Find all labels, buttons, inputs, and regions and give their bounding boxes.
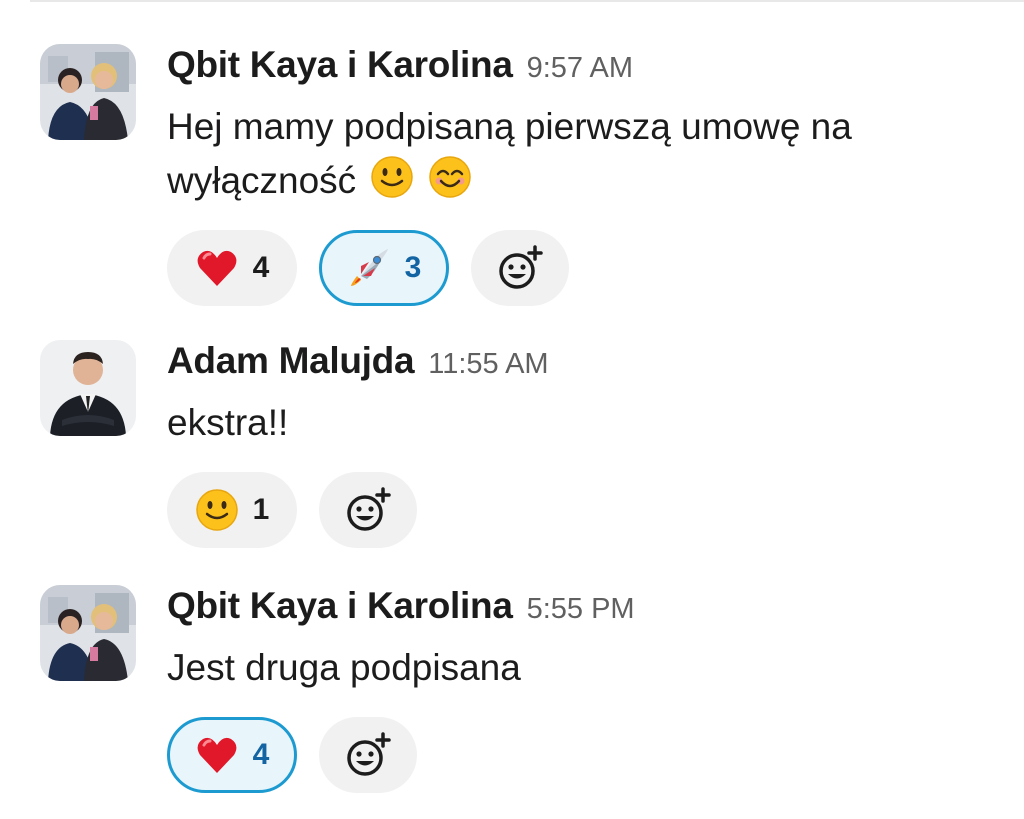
add-reaction-button[interactable] bbox=[319, 717, 417, 793]
reaction-smile[interactable]: 1 bbox=[167, 472, 297, 548]
author-name[interactable]: Qbit Kaya i Karolina bbox=[167, 44, 513, 86]
add-reaction-button[interactable] bbox=[319, 472, 417, 548]
red-heart-icon bbox=[197, 250, 237, 286]
slightly-smiling-face-icon bbox=[371, 156, 413, 198]
avatar[interactable] bbox=[40, 585, 136, 681]
author-name[interactable]: Adam Malujda bbox=[167, 340, 415, 382]
add-reaction-button[interactable] bbox=[471, 230, 569, 306]
message-text-line: wyłączność bbox=[167, 160, 357, 201]
message-text: Hej mamy podpisaną pierwszą umowę na wył… bbox=[167, 100, 1014, 208]
reaction-heart[interactable]: 4 bbox=[167, 230, 297, 306]
reaction-count: 4 bbox=[252, 251, 270, 284]
author-name[interactable]: Qbit Kaya i Karolina bbox=[167, 585, 513, 627]
reaction-count: 3 bbox=[404, 251, 422, 284]
reaction-heart[interactable]: 4 bbox=[167, 717, 297, 793]
reactions-bar: 1 bbox=[167, 472, 417, 548]
top-divider bbox=[30, 0, 1024, 2]
reaction-rocket[interactable]: 3 bbox=[319, 230, 449, 306]
timestamp[interactable]: 5:55 PM bbox=[527, 593, 635, 626]
reactions-bar: 4 bbox=[167, 717, 417, 793]
red-heart-icon bbox=[197, 737, 237, 773]
reaction-count: 1 bbox=[252, 493, 270, 526]
avatar[interactable] bbox=[40, 340, 136, 436]
timestamp[interactable]: 9:57 AM bbox=[527, 52, 633, 85]
add-reaction-icon bbox=[347, 487, 391, 531]
message-text: Jest druga podpisana bbox=[167, 647, 521, 688]
timestamp[interactable]: 11:55 AM bbox=[428, 348, 548, 381]
reactions-bar: 4 3 bbox=[167, 230, 569, 306]
rocket-icon bbox=[350, 249, 388, 286]
slightly-smiling-face-icon bbox=[195, 489, 238, 531]
add-reaction-icon bbox=[499, 245, 543, 289]
message-text-line: Hej mamy podpisaną pierwszą umowę na bbox=[167, 106, 852, 147]
add-reaction-icon bbox=[347, 732, 391, 776]
smiling-face-with-smiling-eyes-icon bbox=[429, 156, 471, 198]
reaction-count: 4 bbox=[252, 738, 270, 771]
message-text: ekstra!! bbox=[167, 402, 289, 443]
avatar[interactable] bbox=[40, 44, 136, 140]
